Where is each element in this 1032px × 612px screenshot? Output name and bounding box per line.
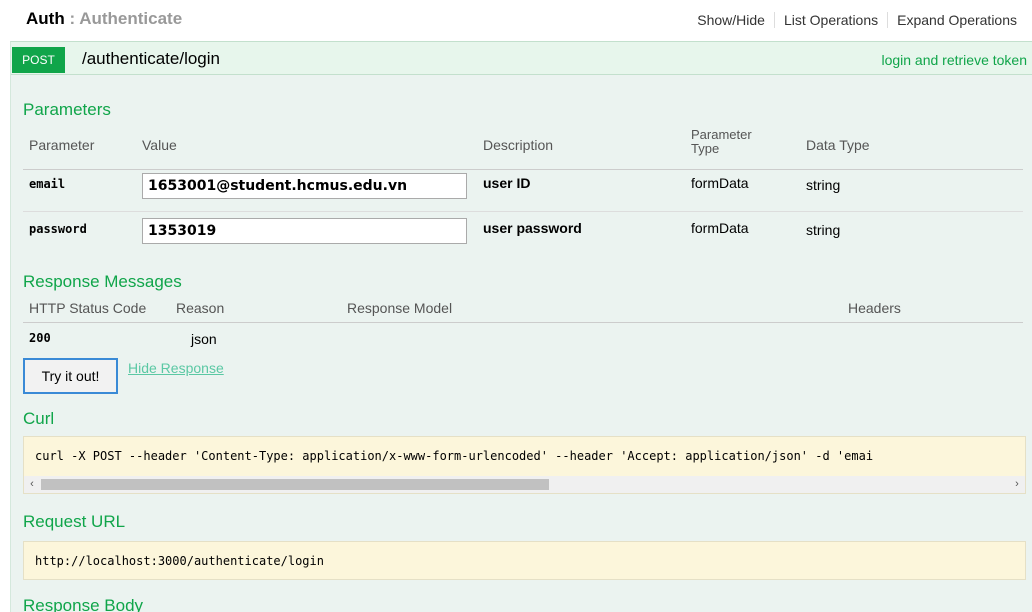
operation-path[interactable]: /authenticate/login	[82, 49, 220, 69]
col-headers: Headers	[848, 300, 901, 316]
col-response-model: Response Model	[347, 300, 453, 316]
param-datatype-password: string	[806, 222, 841, 238]
show-hide-link[interactable]: Show/Hide	[688, 12, 774, 28]
param-name-password: password	[29, 222, 87, 236]
parameters-table-header: Parameter Value Description Parameter Ty…	[23, 128, 1023, 170]
response-body-heading: Response Body	[23, 596, 144, 612]
parameters-heading: Parameters	[23, 100, 111, 119]
resource-operations: Show/Hide List Operations Expand Operati…	[688, 12, 1026, 28]
parameter-row-password: password user password formData string	[23, 212, 1023, 256]
scroll-left-icon[interactable]: ‹	[24, 476, 40, 493]
hide-response-link[interactable]: Hide Response	[128, 360, 224, 376]
param-type-email: formData	[691, 175, 749, 191]
resource-separator: :	[69, 9, 76, 28]
response-messages-table-header: HTTP Status Code Reason Response Model H…	[23, 299, 1023, 323]
operation-panel: POST /authenticate/login login and retri…	[10, 41, 1032, 612]
resource-header: Auth : Authenticate Show/Hide List Opera…	[0, 0, 1032, 40]
col-parameter-type-line1: Parameter	[691, 127, 752, 142]
param-desc-password: user password	[483, 220, 582, 236]
scroll-right-icon[interactable]: ›	[1009, 476, 1025, 493]
request-url-box[interactable]: http://localhost:3000/authenticate/login	[23, 541, 1026, 580]
curl-horizontal-scrollbar[interactable]: ‹ ›	[24, 476, 1025, 493]
response-reason: json	[191, 331, 217, 347]
expand-operations-link[interactable]: Expand Operations	[887, 12, 1026, 28]
col-reason: Reason	[176, 300, 225, 316]
col-http-status-code: HTTP Status Code	[29, 300, 147, 316]
col-parameter: Parameter	[29, 137, 95, 153]
param-name-email: email	[29, 177, 66, 191]
col-description: Description	[483, 137, 554, 153]
http-method-badge[interactable]: POST	[12, 47, 65, 73]
resource-subtitle: Authenticate	[79, 9, 183, 28]
col-parameter-type-line2: Type	[691, 141, 720, 156]
curl-heading: Curl	[23, 409, 55, 428]
operation-summary[interactable]: login and retrieve token	[881, 52, 1027, 68]
request-url: http://localhost:3000/authenticate/login	[35, 554, 324, 568]
password-input[interactable]	[142, 218, 467, 244]
param-type-password: formData	[691, 220, 749, 236]
response-status-code: 200	[29, 331, 51, 345]
response-messages-heading: Response Messages	[23, 272, 182, 291]
list-operations-link[interactable]: List Operations	[773, 12, 887, 28]
email-input[interactable]	[142, 173, 467, 199]
parameter-row-email: email user ID formData string	[23, 170, 1023, 212]
scrollbar-thumb[interactable]	[41, 479, 549, 490]
request-url-heading: Request URL	[23, 512, 126, 531]
curl-command: curl -X POST --header 'Content-Type: app…	[35, 449, 874, 463]
param-datatype-email: string	[806, 177, 841, 193]
try-it-out-button[interactable]: Try it out!	[23, 358, 118, 394]
param-desc-email: user ID	[483, 175, 531, 191]
col-value: Value	[142, 137, 177, 153]
resource-title[interactable]: Auth : Authenticate	[26, 9, 182, 29]
resource-name[interactable]: Auth	[26, 9, 65, 28]
col-data-type: Data Type	[806, 137, 870, 153]
operation-heading[interactable]: POST /authenticate/login login and retri…	[11, 42, 1032, 75]
